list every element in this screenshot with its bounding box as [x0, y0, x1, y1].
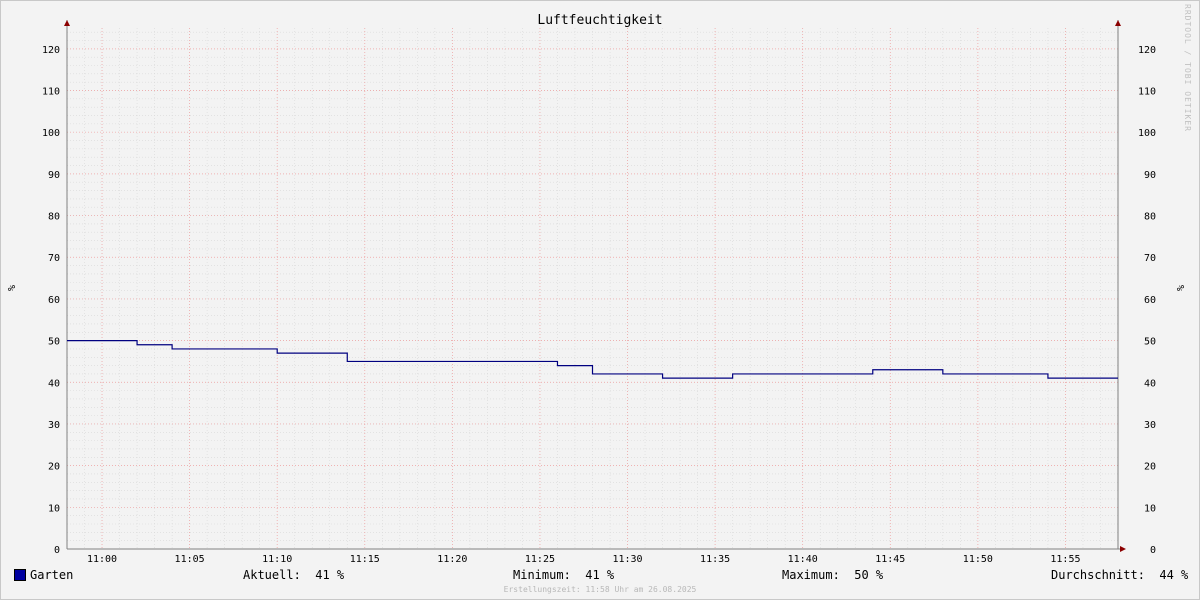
y-tick-labels-right: 0 10 20 30 40 50 60 70 80 90 100 110 120	[1138, 45, 1156, 556]
y-tick-label: 80	[1144, 212, 1156, 223]
y-tick-label: 90	[1144, 170, 1156, 181]
y-tick-label: 30	[48, 420, 60, 431]
y-axis-label-left: %	[5, 285, 16, 291]
chart-title: Luftfeuchtigkeit	[537, 13, 662, 28]
x-tick-label: 11:10	[262, 554, 292, 565]
x-tick-label: 11:35	[700, 554, 730, 565]
legend-series-name: Garten	[30, 568, 74, 582]
y-tick-label: 90	[48, 170, 60, 181]
y-tick-label: 70	[1144, 253, 1156, 264]
y-tick-label: 110	[42, 87, 60, 98]
y-tick-label: 10	[48, 503, 60, 514]
y-tick-label: 80	[48, 212, 60, 223]
legend-aktuell: Aktuell: 41 %	[243, 568, 345, 582]
legend-minimum: Minimum: 41 %	[513, 568, 615, 582]
legend-maximum: Maximum: 50 %	[782, 568, 884, 582]
y-axis-right-arrow	[1115, 20, 1121, 26]
y-tick-label: 0	[1150, 545, 1156, 556]
x-tick-label: 11:25	[525, 554, 555, 565]
x-tick-label: 11:15	[350, 554, 380, 565]
x-axis-arrow	[1120, 546, 1126, 552]
x-tick-label: 11:55	[1050, 554, 1080, 565]
axes	[64, 20, 1126, 552]
y-tick-label: 100	[1138, 128, 1156, 139]
y-axis-left-arrow	[64, 20, 70, 26]
y-tick-label: 120	[1138, 45, 1156, 56]
x-tick-label: 11:00	[87, 554, 117, 565]
y-tick-label: 20	[48, 462, 60, 473]
legend-swatch-garten	[14, 569, 26, 581]
humidity-chart: 0 10 20 30 40 50 60 70 80 90 100 110 120 0 10 20 30 40 50…	[5, 13, 1185, 565]
x-tick-label: 11:50	[963, 554, 993, 565]
y-tick-label: 60	[1144, 295, 1156, 306]
minor-grid	[66, 28, 1119, 550]
y-tick-label: 110	[1138, 87, 1156, 98]
x-tick-label: 11:20	[437, 554, 467, 565]
y-tick-label: 60	[48, 295, 60, 306]
creation-time-footer: Erstellungszeit: 11:58 Uhr am 26.08.2025	[503, 585, 697, 594]
y-tick-label: 50	[1144, 337, 1156, 348]
legend-durchschnitt: Durchschnitt: 44 %	[1051, 568, 1189, 582]
x-tick-label: 11:05	[175, 554, 205, 565]
y-tick-label: 30	[1144, 420, 1156, 431]
x-tick-labels: 11:00 11:05 11:10 11:15 11:20 11:25 11:30 11:35…	[87, 554, 1081, 565]
y-tick-labels-left: 0 10 20 30 40 50 60 70 80 90 100 110 120	[42, 45, 60, 556]
y-tick-label: 20	[1144, 462, 1156, 473]
x-tick-label: 11:40	[788, 554, 818, 565]
y-tick-label: 50	[48, 337, 60, 348]
x-tick-label: 11:45	[875, 554, 905, 565]
y-tick-label: 120	[42, 45, 60, 56]
y-tick-label: 40	[48, 378, 60, 389]
x-tick-label: 11:30	[612, 554, 642, 565]
y-tick-label: 0	[54, 545, 60, 556]
rrdtool-watermark: RRDTOOL / TOBI OETIKER	[1183, 4, 1192, 132]
y-axis-label-right: %	[1174, 285, 1185, 291]
y-tick-label: 70	[48, 253, 60, 264]
y-tick-label: 40	[1144, 378, 1156, 389]
y-tick-label: 10	[1144, 503, 1156, 514]
y-tick-label: 100	[42, 128, 60, 139]
